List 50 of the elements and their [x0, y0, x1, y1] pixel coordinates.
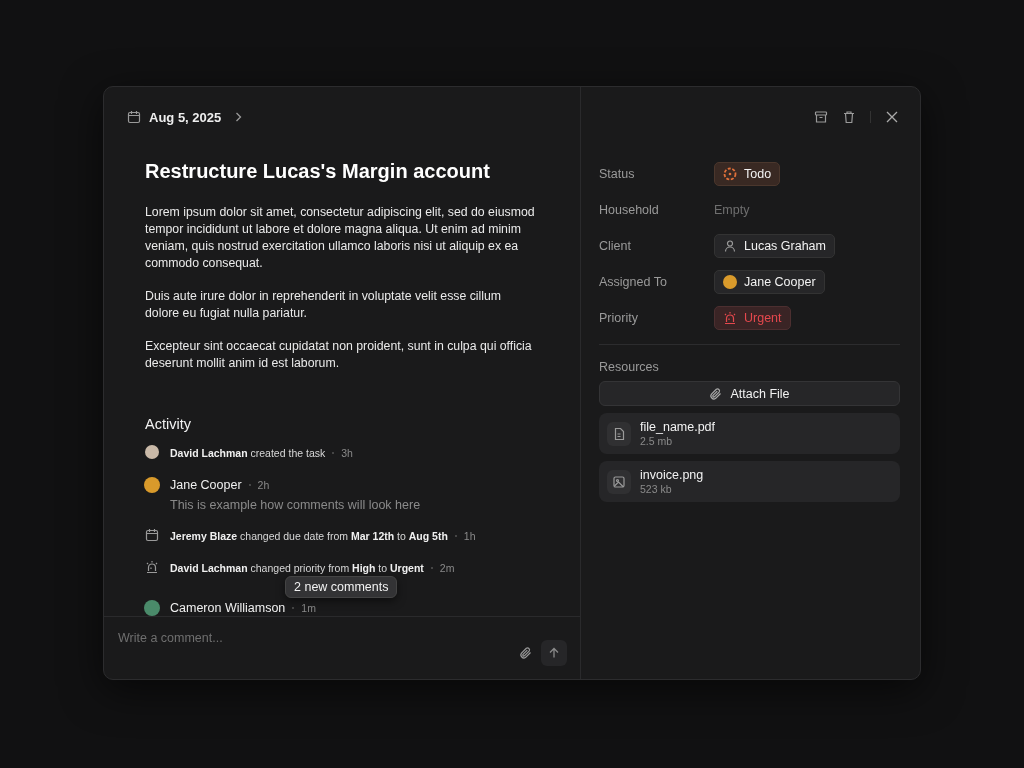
comment-text: This is example how comments will look here — [170, 498, 421, 512]
close-icon[interactable] — [885, 110, 899, 124]
chevron-right-icon[interactable] — [235, 112, 243, 122]
activity-time: 2h — [257, 479, 270, 491]
paperclip-icon — [709, 386, 724, 401]
client-chip[interactable]: Lucas Graham — [714, 234, 835, 258]
file-name: file_name.pdf — [640, 420, 716, 434]
siren-icon — [145, 560, 159, 574]
task-description: Excepteur sint occaecat cupidatat non proident, sunt in culpa qui officia deserunt mollit anim id est laborum. — [145, 338, 533, 372]
priority-chip[interactable]: Urgent — [714, 306, 791, 330]
assignee-chip[interactable]: Jane Cooper — [714, 270, 825, 294]
property-label: Assigned To — [599, 275, 668, 289]
image-file-icon — [607, 469, 631, 494]
comment-author: Jane Cooper — [170, 478, 242, 492]
person-icon — [723, 239, 737, 253]
activity-time: 3h — [341, 447, 353, 459]
send-button[interactable] — [541, 640, 567, 666]
file-name: invoice.png — [640, 468, 704, 482]
calendar-icon — [127, 110, 141, 124]
activity-time: 2m — [439, 562, 455, 574]
arrow-up-icon — [548, 647, 560, 659]
property-label: Priority — [599, 311, 639, 325]
comment-input[interactable]: Write a comment... — [118, 631, 558, 645]
comment-author: Cameron Williamson — [170, 601, 286, 615]
file-card[interactable]: invoice.png 523 kb — [599, 461, 900, 502]
task-description: Duis aute irure dolor in reprehenderit in voluptate velit esse cillum dolore eu fugiat nulla pariatur. — [145, 288, 503, 322]
trash-icon[interactable] — [842, 110, 856, 124]
due-date[interactable]: Aug 5, 2025 — [149, 109, 222, 125]
status-chip[interactable]: Todo — [714, 162, 781, 186]
property-label: Household — [599, 203, 660, 217]
property-label: Status — [599, 167, 636, 181]
property-label: Client — [599, 239, 632, 253]
activity-time: 1m — [301, 602, 316, 614]
file-card[interactable]: file_name.pdf 2.5 mb — [599, 413, 900, 454]
activity-event: Jeremy Blaze changed due date from Mar 12th to Aug 5th — [170, 530, 448, 542]
new-comments-badge[interactable]: 2 new comments — [285, 576, 398, 598]
archive-icon[interactable] — [814, 110, 828, 124]
calendar-icon — [145, 528, 159, 542]
task-description: Lorem ipsum dolor sit amet, consectetur adipiscing elit, sed do eiusmod tempor incididunt ut labore et dolore magna aliqua. Ut enim ad minim veniam, quis nostrud exercitation ullamco laboris nisi ut aliquip ex ea commodo consequat. — [145, 204, 536, 272]
activity-event: David Lachman created the task — [170, 447, 326, 459]
activity-heading: Activity — [145, 415, 192, 434]
file-size: 523 kb — [640, 483, 673, 495]
document-icon — [607, 421, 631, 446]
task-title: Restructure Lucas's Margin account — [145, 159, 491, 183]
resources-heading: Resources — [599, 360, 660, 374]
activity-time: 1h — [463, 530, 476, 542]
paperclip-icon[interactable] — [519, 646, 533, 660]
attach-file-button[interactable]: Attach File — [599, 381, 900, 406]
activity-event: David Lachman changed priority from High to Urgent — [170, 562, 424, 574]
file-size: 2.5 mb — [640, 435, 674, 447]
